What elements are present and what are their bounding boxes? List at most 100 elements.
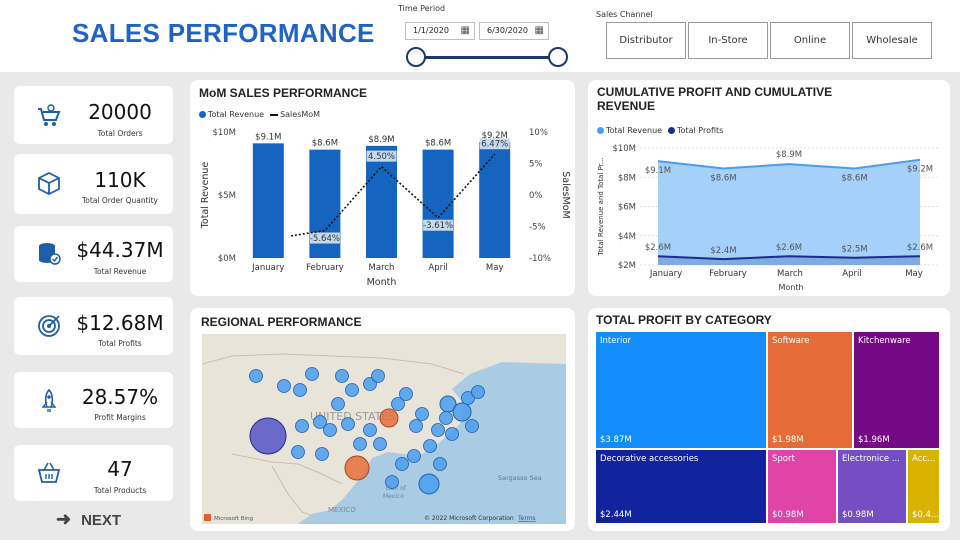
calendar-icon[interactable]: ▦ [535, 25, 544, 36]
map-bubble[interactable] [335, 369, 349, 383]
tile-name: Interior [600, 336, 632, 346]
slider-start-handle[interactable] [406, 47, 426, 67]
channel-button-distributor[interactable]: Distributor [606, 22, 686, 59]
channel-button-in-store[interactable]: In-Store [688, 22, 768, 59]
map-bubble[interactable] [293, 383, 307, 397]
panel-title: REGIONAL PERFORMANCE [201, 315, 362, 329]
end-date-input[interactable]: 6/30/2020 ▦ [479, 22, 549, 40]
map-bubble[interactable] [341, 417, 355, 431]
y-tick-label: $0M [218, 254, 236, 264]
y-axis-title: Total Revenue and Total Pr... [597, 157, 605, 256]
map-bubble[interactable] [315, 447, 329, 461]
treemap-tile-kitchenware[interactable]: Kitchenware $1.96M [853, 331, 940, 449]
map-bubble[interactable] [465, 419, 479, 433]
map-bubble[interactable] [423, 439, 437, 453]
tile-name: Decorative accessories [600, 454, 699, 464]
map-bubble[interactable] [385, 475, 399, 489]
profit-data-label: $2.6M [907, 243, 933, 253]
tile-name: Software [772, 336, 810, 346]
bar-data-label: $8.9M [368, 135, 394, 145]
map-bubble[interactable] [249, 369, 263, 383]
tile-name: Electronice ... [842, 454, 900, 464]
map-bubble[interactable] [418, 473, 440, 495]
slider-end-handle[interactable] [548, 47, 568, 67]
y2-tick-label: 10% [529, 128, 548, 138]
map-bubble[interactable] [249, 417, 287, 455]
map-bubble[interactable] [331, 397, 345, 411]
channel-button-online[interactable]: Online [770, 22, 850, 59]
map-terms-link[interactable]: Terms [517, 515, 536, 522]
treemap-tile-sport[interactable]: Sport $0.98M [767, 449, 837, 524]
x-tick-label: May [905, 269, 923, 279]
regional-map[interactable]: UNITED STATES MEXICO Gulf of Mexico Sarga… [202, 334, 566, 524]
map-bubble[interactable] [433, 457, 447, 471]
map-bubble[interactable] [431, 423, 445, 437]
map-bubble[interactable] [439, 411, 453, 425]
kpi-card-total-revenue: $44.37M Total Revenue [14, 226, 173, 282]
map-copyright: © 2022 Microsoft Corporation [424, 515, 514, 522]
kpi-label: Total Revenue [93, 267, 147, 276]
map-bubble[interactable] [373, 437, 387, 451]
channel-button-wholesale[interactable]: Wholesale [852, 22, 932, 59]
bar-total-revenue[interactable] [422, 149, 454, 258]
x-tick-label: May [486, 263, 504, 273]
kpi-value: 20000 [88, 100, 152, 124]
bar-data-label: $9.1M [255, 132, 281, 142]
map-bubble[interactable] [379, 408, 399, 428]
treemap-tile-software[interactable]: Software $1.98M [767, 331, 853, 449]
map-bubble[interactable] [445, 427, 459, 441]
treemap-tile-electronics[interactable]: Electronice ... $0.98M [837, 449, 907, 524]
x-tick-label: April [842, 269, 861, 279]
bar-total-revenue[interactable] [252, 143, 284, 258]
map-bubble[interactable] [452, 402, 472, 422]
kpi-label: Total Profits [98, 339, 142, 348]
map-bubble[interactable] [295, 419, 309, 433]
x-tick-label: January [251, 263, 284, 273]
kpi-value: 110K [94, 168, 146, 192]
start-date-input[interactable]: 1/1/2020 ▦ [405, 22, 475, 40]
basket-icon [37, 462, 61, 483]
map-bubble[interactable] [277, 379, 291, 393]
treemap-tile-accessories[interactable]: Acc... $0.4... [907, 449, 940, 524]
map-bubble[interactable] [291, 445, 305, 459]
revenue-data-label: $8.6M [841, 173, 867, 183]
y2-tick-label: 5% [529, 160, 543, 170]
map-bubble[interactable] [409, 419, 423, 433]
x-tick-label: February [306, 263, 344, 273]
map-bubble[interactable] [305, 367, 319, 381]
revenue-data-label: $8.9M [776, 150, 802, 160]
map-bubble[interactable] [471, 385, 485, 399]
bar-total-revenue[interactable] [479, 142, 511, 258]
kpi-card-total-orders: 20000 Total Orders [14, 86, 173, 144]
next-button[interactable]: ➜ NEXT [56, 509, 121, 530]
kpi-value: 28.57% [81, 385, 159, 409]
map-bubble[interactable] [415, 407, 429, 421]
kpi-value: $44.37M [76, 238, 164, 262]
revenue-data-label: $9.1M [645, 166, 671, 176]
map-bubble[interactable] [353, 437, 367, 451]
map-bubble[interactable] [345, 383, 359, 397]
profit-data-label: $2.6M [776, 243, 802, 253]
bar-total-revenue[interactable] [366, 145, 397, 258]
map-bubble[interactable] [344, 455, 370, 481]
treemap-tile-decorative-accessories[interactable]: Decorative accessories $2.44M [595, 449, 767, 524]
map-bubble[interactable] [363, 423, 377, 437]
map-bubble[interactable] [371, 369, 385, 383]
map-bubble[interactable] [407, 449, 421, 463]
regional-panel: REGIONAL PERFORMANCE UNITED STATES MEXIC… [190, 308, 575, 531]
kpi-label: Total Products [93, 486, 147, 495]
kpi-label: Total Orders [97, 129, 143, 138]
date-range-slider[interactable] [416, 56, 558, 59]
calendar-icon[interactable]: ▦ [461, 25, 470, 36]
map-bubble[interactable] [323, 423, 337, 437]
treemap-tile-interior[interactable]: Interior $3.87M [595, 331, 767, 449]
y2-tick-label: -10% [529, 254, 551, 264]
map-bubble[interactable] [395, 457, 409, 471]
tile-name: Sport [772, 454, 795, 464]
x-tick-label: February [709, 269, 747, 279]
revenue-data-label: $9.2M [907, 165, 933, 175]
map-label-mexico: MEXICO [328, 506, 356, 514]
kpi-value: $12.68M [76, 311, 164, 335]
mom-data-label: -5.64% [310, 234, 340, 244]
map-bubble[interactable] [399, 387, 413, 401]
